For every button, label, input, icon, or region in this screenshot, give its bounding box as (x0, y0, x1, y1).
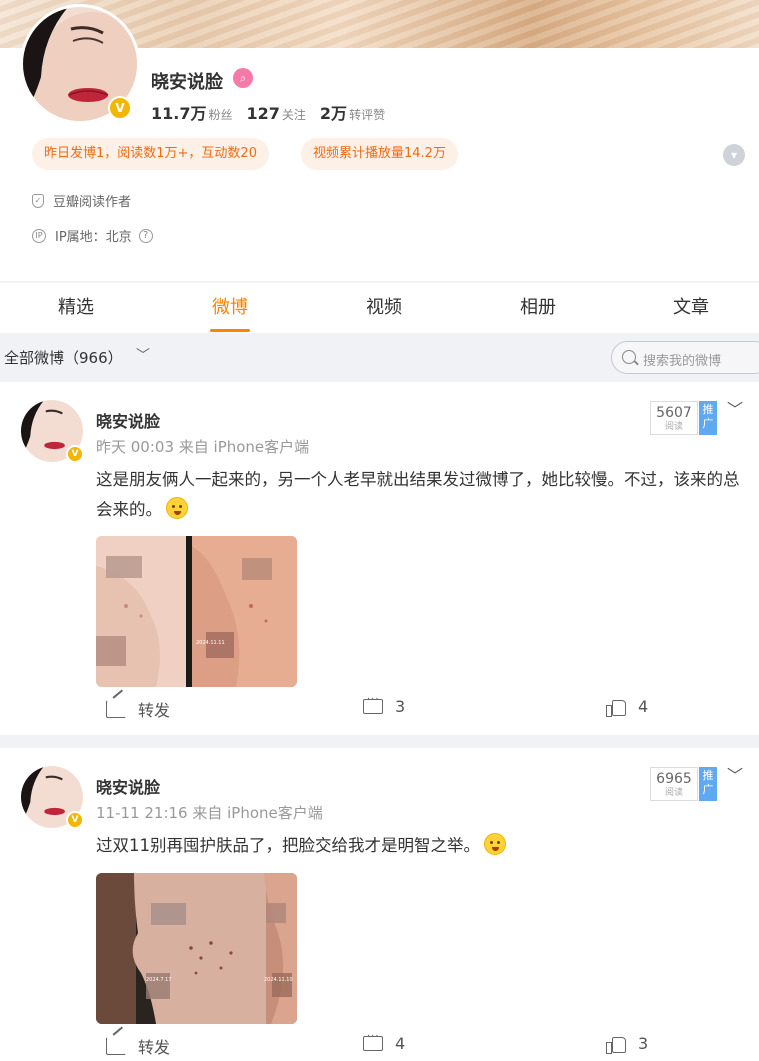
post-card: V 晓安说脸 11-11 21:16 来自 iPhone客户端 6965 阅读 … (0, 748, 759, 1061)
thumbs-up-icon (606, 1035, 626, 1054)
photo-date-label: 2024.11.11 (196, 640, 225, 646)
weibo-level-icon[interactable]: ⌕ (233, 68, 253, 88)
verified-badge-icon: V (108, 96, 132, 120)
like-button[interactable]: 4 (606, 697, 648, 717)
active-tab-indicator (210, 329, 250, 332)
profile-stats: 11.7万 粉丝 127 关注 2万 转评赞 (151, 100, 385, 124)
post-text: 过双11别再囤护肤品了，把脸交给我才是明智之举。 (96, 831, 748, 861)
ip-location-row: IP IP属地：北京 ? (32, 226, 153, 245)
share-button[interactable]: 转发 (106, 1034, 170, 1058)
photo-date-label: 2024.7.17 (146, 977, 171, 983)
video-views-chip[interactable]: 视频累计播放量14.2万 (301, 138, 458, 170)
comment-button[interactable]: 4 (363, 1031, 405, 1053)
chevron-down-icon[interactable]: ﹀ (727, 396, 743, 420)
author-tag-row: ✓ 豆瓣阅读作者 (32, 191, 131, 210)
post-author[interactable]: 晓安说脸 (96, 408, 160, 432)
promote-button[interactable]: 推广 (699, 401, 717, 435)
thumbs-up-icon (606, 698, 626, 717)
photo-date-label: 2024.11.10 (264, 977, 293, 983)
chevron-down-icon: ▾ (730, 148, 738, 162)
comment-button[interactable]: 3 (363, 694, 405, 716)
like-button[interactable]: 3 (606, 1034, 648, 1054)
shield-icon: ✓ (32, 193, 44, 208)
profile-tabs: 精选 微博 视频 相册 文章 (0, 283, 759, 333)
post-meta[interactable]: 昨天 00:03 来自 iPhone客户端 (96, 436, 309, 457)
chevron-down-icon[interactable]: ﹀ (136, 345, 150, 365)
thinking-emoji-icon (484, 833, 506, 855)
comment-icon (363, 694, 383, 714)
post-actions: 转发 3 4 (0, 694, 759, 727)
expand-profile-button[interactable]: ▾ (723, 144, 745, 166)
followers-stat[interactable]: 11.7万 粉丝 (151, 100, 233, 124)
verified-badge-icon: V (66, 811, 84, 829)
profile-header: V 晓安说脸 ⌕ 11.7万 粉丝 127 关注 2万 转评赞 昨日发博1，阅读数1万… (0, 4, 759, 281)
search-posts-input[interactable]: 搜索我的微博 (611, 341, 759, 374)
profile-name: 晓安说脸 (151, 72, 223, 93)
search-icon (622, 350, 636, 364)
filter-bar: 全部微博（966） ﹀ 搜索我的微博 (0, 333, 759, 381)
post-meta[interactable]: 11-11 21:16 来自 iPhone客户端 (96, 802, 323, 823)
tab-featured[interactable]: 精选 (58, 283, 94, 333)
post-image[interactable]: 2024.7.17 2024.11.10 (96, 873, 297, 1024)
ip-icon: IP (32, 228, 46, 243)
share-button[interactable]: 转发 (106, 697, 170, 721)
tab-album[interactable]: 相册 (520, 283, 556, 333)
all-posts-filter[interactable]: 全部微博（966） (4, 347, 123, 368)
ip-location-text: IP属地：北京 (55, 230, 132, 245)
tab-articles[interactable]: 文章 (673, 283, 709, 333)
share-icon (106, 700, 126, 718)
chevron-down-icon[interactable]: ﹀ (727, 762, 743, 786)
verified-badge-icon: V (66, 445, 84, 463)
help-icon[interactable]: ? (138, 228, 153, 243)
following-stat[interactable]: 127 关注 (247, 104, 306, 123)
share-icon (106, 1037, 126, 1055)
post-image[interactable]: 2024.11.11 (96, 536, 297, 687)
search-placeholder: 搜索我的微博 (643, 354, 722, 369)
activity-chip[interactable]: 昨日发博1，阅读数1万+，互动数20 (32, 138, 269, 170)
post-author[interactable]: 晓安说脸 (96, 774, 160, 798)
promote-button[interactable]: 推广 (699, 767, 717, 801)
post-actions: 转发 4 3 (0, 1031, 759, 1061)
comment-icon (363, 1031, 383, 1051)
tab-weibo[interactable]: 微博 (212, 283, 248, 333)
post-text: 这是朋友俩人一起来的，另一个人老早就出结果发过微博了，她比较慢。不过，该来的总会… (96, 470, 740, 519)
post-card: V 晓安说脸 昨天 00:03 来自 iPhone客户端 5607 阅读 推广 … (0, 382, 759, 735)
author-tag-text: 豆瓣阅读作者 (53, 195, 132, 210)
read-count: 6965 阅读 (650, 767, 698, 801)
interactions-stat: 2万 转评赞 (319, 104, 386, 123)
read-count: 5607 阅读 (650, 401, 698, 435)
surprised-emoji-icon (166, 497, 188, 519)
tab-video[interactable]: 视频 (366, 283, 402, 333)
